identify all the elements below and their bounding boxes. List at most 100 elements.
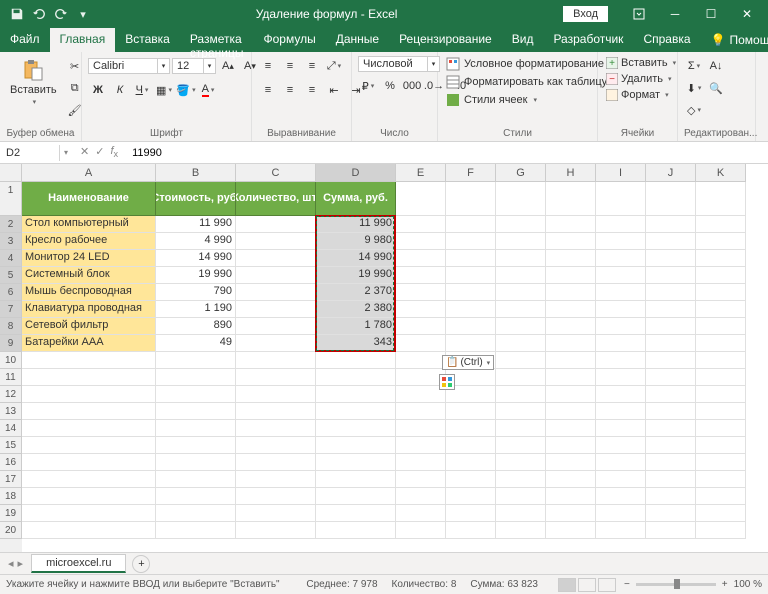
cell[interactable]: 14 990: [156, 250, 236, 267]
align-center-icon[interactable]: ≡: [280, 80, 300, 100]
cell[interactable]: [446, 318, 496, 335]
cell[interactable]: [646, 267, 696, 284]
cell[interactable]: [156, 352, 236, 369]
find-icon[interactable]: 🔍: [706, 78, 726, 98]
italic-icon[interactable]: К: [110, 80, 130, 100]
cell[interactable]: Стоимость, руб.: [156, 182, 236, 216]
cell[interactable]: [596, 182, 646, 216]
cell[interactable]: 14 990: [316, 250, 396, 267]
cell[interactable]: [446, 403, 496, 420]
cell[interactable]: [496, 386, 546, 403]
cell[interactable]: [596, 318, 646, 335]
cell[interactable]: [496, 216, 546, 233]
cell[interactable]: [156, 386, 236, 403]
tab-data[interactable]: Данные: [326, 28, 389, 52]
cell[interactable]: [496, 420, 546, 437]
cell[interactable]: [496, 335, 546, 352]
cell[interactable]: [156, 420, 236, 437]
cell[interactable]: [236, 505, 316, 522]
cell[interactable]: [316, 488, 396, 505]
cell[interactable]: 49: [156, 335, 236, 352]
cell[interactable]: [646, 352, 696, 369]
cell[interactable]: [156, 369, 236, 386]
cell[interactable]: [396, 352, 446, 369]
cell[interactable]: [22, 369, 156, 386]
cell[interactable]: [236, 233, 316, 250]
cell[interactable]: [446, 284, 496, 301]
cell[interactable]: [596, 403, 646, 420]
cell[interactable]: [396, 488, 446, 505]
normal-view-icon[interactable]: [558, 578, 576, 592]
cell[interactable]: [546, 403, 596, 420]
cell[interactable]: [646, 284, 696, 301]
paste-button[interactable]: Вставить▾: [6, 56, 61, 108]
cell[interactable]: 2 380: [316, 301, 396, 318]
cell[interactable]: [22, 505, 156, 522]
cell[interactable]: 4 990: [156, 233, 236, 250]
fill-icon[interactable]: ⬇▾: [684, 78, 704, 98]
cell[interactable]: [446, 437, 496, 454]
sheet-tab[interactable]: microexcel.ru: [31, 554, 126, 573]
align-top-icon[interactable]: ≡: [258, 56, 278, 76]
cell[interactable]: [22, 471, 156, 488]
cell[interactable]: [316, 420, 396, 437]
cell[interactable]: [646, 471, 696, 488]
comma-icon[interactable]: 000: [402, 76, 422, 96]
cell[interactable]: [646, 437, 696, 454]
smart-tag-icon[interactable]: [439, 374, 455, 390]
fx-icon[interactable]: fx: [110, 145, 118, 159]
cell[interactable]: [596, 454, 646, 471]
cell[interactable]: [496, 267, 546, 284]
cell[interactable]: [156, 488, 236, 505]
namebox-dropdown-icon[interactable]: ▾: [60, 148, 72, 157]
cell[interactable]: [446, 233, 496, 250]
cell[interactable]: [22, 386, 156, 403]
orientation-icon[interactable]: ⤢▾: [324, 56, 344, 76]
cell[interactable]: [156, 454, 236, 471]
cell[interactable]: [646, 505, 696, 522]
cell[interactable]: Мышь беспроводная: [22, 284, 156, 301]
bold-icon[interactable]: Ж: [88, 80, 108, 100]
cell[interactable]: [446, 488, 496, 505]
page-break-view-icon[interactable]: [598, 578, 616, 592]
conditional-formatting-button[interactable]: Условное форматирование▾: [444, 56, 615, 72]
cell[interactable]: [596, 505, 646, 522]
cell[interactable]: [546, 420, 596, 437]
maximize-icon[interactable]: ☐: [694, 0, 728, 28]
cell[interactable]: [316, 471, 396, 488]
cell[interactable]: [446, 454, 496, 471]
undo-icon[interactable]: [32, 7, 46, 21]
grow-font-icon[interactable]: A▴: [218, 56, 238, 76]
clear-icon[interactable]: ◇▾: [684, 100, 704, 120]
border-icon[interactable]: ▦▾: [154, 80, 174, 100]
row-header[interactable]: 3: [0, 233, 22, 250]
cell[interactable]: [236, 318, 316, 335]
align-left-icon[interactable]: ≡: [258, 80, 278, 100]
cell[interactable]: [446, 420, 496, 437]
row-header[interactable]: 14: [0, 420, 22, 437]
cell[interactable]: [496, 369, 546, 386]
cell[interactable]: [396, 505, 446, 522]
cell[interactable]: [546, 250, 596, 267]
cell[interactable]: [546, 488, 596, 505]
cell[interactable]: [496, 522, 546, 539]
cell[interactable]: [696, 250, 746, 267]
row-header[interactable]: 6: [0, 284, 22, 301]
cell[interactable]: [22, 488, 156, 505]
cell[interactable]: [696, 216, 746, 233]
cell[interactable]: [316, 369, 396, 386]
column-header-G[interactable]: G: [496, 164, 546, 182]
cell[interactable]: [156, 505, 236, 522]
cell[interactable]: [396, 216, 446, 233]
cell[interactable]: [546, 216, 596, 233]
cell[interactable]: [446, 250, 496, 267]
cell[interactable]: Батарейки ААА: [22, 335, 156, 352]
cell[interactable]: 790: [156, 284, 236, 301]
cell[interactable]: [496, 505, 546, 522]
cell[interactable]: [396, 471, 446, 488]
row-header[interactable]: 15: [0, 437, 22, 454]
cell[interactable]: [696, 267, 746, 284]
cell[interactable]: [596, 471, 646, 488]
zoom-in-icon[interactable]: +: [722, 579, 728, 590]
row-header[interactable]: 2: [0, 216, 22, 233]
